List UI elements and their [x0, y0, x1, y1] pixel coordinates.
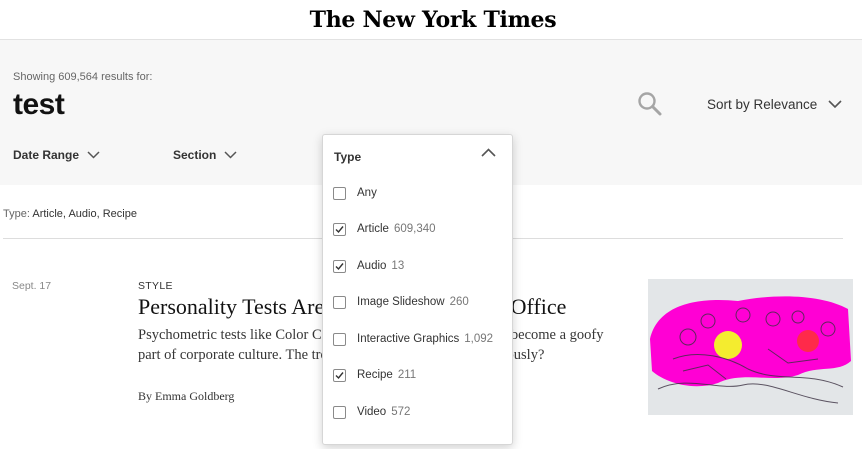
checkbox[interactable]	[333, 186, 346, 200]
type-option-recipe[interactable]: Recipe 211	[333, 365, 416, 385]
result-illustration	[648, 279, 853, 415]
chevron-down-icon	[87, 151, 100, 159]
masthead: The New York Times	[0, 0, 862, 40]
chevron-down-icon	[828, 100, 842, 109]
result-section: STYLE	[138, 280, 173, 292]
sort-label: Sort by Relevance	[707, 97, 818, 112]
checkbox[interactable]	[333, 332, 346, 346]
type-option-count: 211	[397, 369, 417, 381]
type-option-image-slideshow[interactable]: Image Slideshow 260	[333, 292, 469, 312]
search-query[interactable]: test	[13, 88, 65, 122]
type-option-count: 13	[391, 260, 405, 272]
result-date: Sept. 17	[12, 280, 52, 292]
checkbox[interactable]	[333, 405, 346, 419]
checkbox[interactable]	[333, 368, 346, 382]
type-option-any[interactable]: Any	[333, 183, 377, 203]
nyt-logo[interactable]: The New York Times	[310, 7, 557, 33]
applied-filter-audio: Audio,	[68, 208, 100, 220]
search-icon	[638, 92, 662, 116]
results-count-text: Showing 609,564 results for:	[13, 71, 153, 83]
type-option-label: Article	[357, 223, 389, 235]
type-option-label: Audio	[357, 260, 387, 272]
sort-dropdown[interactable]: Sort by Relevance	[707, 97, 842, 112]
chevron-down-icon	[224, 151, 237, 159]
type-option-label: Image Slideshow	[357, 296, 445, 308]
type-option-video[interactable]: Video 572	[333, 402, 410, 422]
type-option-count: 572	[391, 406, 411, 418]
applied-filter-recipe: Recipe	[102, 208, 137, 220]
type-filter-header[interactable]: Type	[334, 150, 361, 164]
result-byline: By Emma Goldberg	[138, 389, 235, 403]
type-option-count: 1,092	[464, 333, 494, 345]
chevron-up-icon[interactable]	[481, 148, 496, 157]
type-option-audio[interactable]: Audio 13	[333, 256, 404, 276]
checkbox[interactable]	[333, 222, 346, 236]
filter-section[interactable]: Section	[173, 148, 237, 162]
filter-date-range-label: Date Range	[13, 148, 80, 162]
type-option-label: Any	[357, 187, 377, 199]
search-button[interactable]	[637, 91, 663, 117]
type-filter-menu: Type Any Article 609,340 Audio 13 Image …	[322, 134, 513, 445]
check-icon	[335, 262, 344, 270]
applied-filters: Type: Article, Audio, Recipe	[3, 208, 137, 220]
checkbox[interactable]	[333, 259, 346, 273]
check-icon	[335, 371, 344, 379]
type-option-label: Video	[357, 406, 387, 418]
type-option-article[interactable]: Article 609,340	[333, 219, 436, 239]
result-thumbnail[interactable]	[648, 279, 853, 415]
type-option-label: Recipe	[357, 369, 393, 381]
applied-filters-label: Type:	[3, 208, 30, 220]
type-option-count: 260	[449, 296, 469, 308]
type-option-label: Interactive Graphics	[357, 333, 460, 345]
applied-filter-article: Article,	[32, 208, 66, 220]
filter-section-label: Section	[173, 148, 217, 162]
type-option-count: 609,340	[393, 223, 436, 235]
type-option-interactive-graphics[interactable]: Interactive Graphics 1,092	[333, 329, 493, 349]
filter-date-range[interactable]: Date Range	[13, 148, 100, 162]
checkbox[interactable]	[333, 295, 346, 309]
check-icon	[335, 225, 344, 233]
